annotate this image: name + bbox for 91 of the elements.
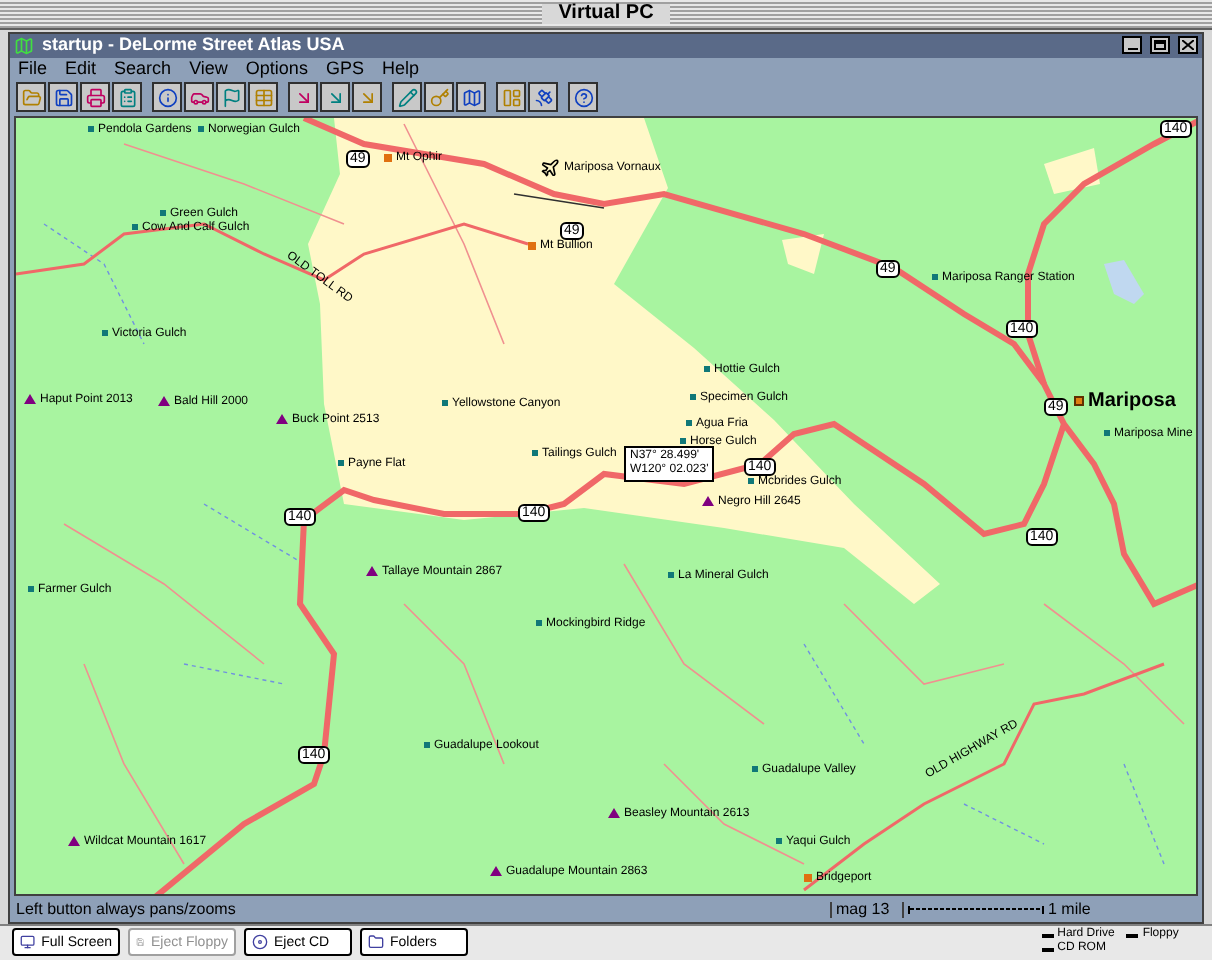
locale-marker-icon [1104, 430, 1110, 437]
car-button[interactable] [184, 82, 214, 113]
peak-triangle-icon [608, 808, 620, 819]
locale-marker-icon [536, 620, 542, 627]
open-button[interactable] [16, 82, 46, 113]
locale-marker-icon [132, 224, 138, 231]
locale-marker-icon [28, 586, 34, 593]
menu-item[interactable]: GPS [325, 59, 364, 78]
scale-bar-icon [908, 905, 1044, 914]
locale-marker-icon [160, 210, 166, 217]
peak-triangle-icon [702, 496, 714, 507]
place-label: Mariposa [1088, 391, 1176, 412]
drive-indicator-icon [1126, 933, 1139, 938]
peak-triangle-icon [68, 836, 80, 847]
button-glyph-icon [20, 934, 36, 951]
close-icon[interactable] [1178, 36, 1198, 55]
town-marker-icon [804, 873, 812, 882]
menu-item[interactable]: Help [381, 59, 419, 78]
help-icon [573, 87, 593, 108]
info-button[interactable] [152, 82, 182, 113]
table-button[interactable] [248, 82, 278, 113]
airplane-icon [540, 157, 560, 178]
locale-marker-icon [686, 420, 692, 427]
arrow-icon [325, 87, 345, 108]
town-marker-icon [384, 153, 392, 162]
save-icon [53, 87, 73, 108]
app-logo-icon [14, 35, 34, 56]
locale-marker-icon [690, 394, 696, 401]
arrow-icon [357, 87, 377, 108]
locale-marker-icon [424, 742, 430, 749]
panel-icon [501, 87, 521, 108]
magnification-text: mag 13 [830, 901, 902, 918]
minimize-icon[interactable] [1122, 36, 1142, 55]
peak-triangle-icon [276, 414, 288, 425]
arrow-button[interactable] [288, 82, 318, 113]
table-icon [253, 87, 273, 108]
panel-button[interactable] [496, 82, 526, 113]
scale-text: 1 mile [1048, 901, 1091, 918]
print-button[interactable] [80, 82, 110, 113]
button-glyph-icon [368, 934, 384, 951]
peak-triangle-icon [24, 394, 36, 405]
status-hint: Left button always pans/zooms [14, 901, 238, 918]
menu-item[interactable]: File [18, 59, 48, 78]
locale-marker-icon [668, 572, 674, 579]
key-button[interactable] [424, 82, 454, 113]
peak-triangle-icon [158, 396, 170, 407]
arrow-button[interactable] [352, 82, 382, 113]
key-icon [429, 87, 449, 108]
menu-item[interactable]: View [189, 59, 228, 78]
locale-marker-icon [776, 838, 782, 845]
button-glyph-icon [136, 934, 145, 951]
clipboard-icon [117, 87, 137, 108]
menu-item[interactable]: Edit [65, 59, 97, 78]
info-icon [157, 87, 177, 108]
flag-button[interactable] [216, 82, 246, 113]
arrow-icon [293, 87, 313, 108]
arrow-button[interactable] [320, 82, 350, 113]
open-icon [21, 87, 41, 108]
menu-item[interactable]: Options [245, 59, 308, 78]
map-icon [461, 87, 481, 108]
flag-icon [221, 87, 241, 108]
help-button[interactable] [568, 82, 598, 113]
locale-marker-icon [752, 766, 758, 773]
pencil-icon [397, 87, 417, 108]
maximize-icon[interactable] [1150, 36, 1170, 55]
clipboard-button[interactable] [112, 82, 142, 113]
locale-marker-icon [338, 460, 344, 467]
locale-marker-icon [198, 126, 204, 133]
button-glyph-icon [252, 934, 268, 951]
city-marker-icon [1074, 396, 1084, 407]
locale-marker-icon [442, 400, 448, 407]
town-marker-icon [528, 241, 536, 250]
save-button[interactable] [48, 82, 78, 113]
menu-item[interactable]: Search [114, 59, 172, 78]
print-icon [85, 87, 105, 108]
peak-triangle-icon [490, 866, 502, 877]
satellite-button[interactable] [528, 82, 558, 113]
locale-marker-icon [102, 330, 108, 337]
peak-triangle-icon [366, 566, 378, 577]
locale-marker-icon [680, 438, 686, 445]
window-title: Virtual PC [542, 3, 670, 24]
locale-marker-icon [704, 366, 710, 373]
locale-marker-icon [932, 274, 938, 281]
pencil-button[interactable] [392, 82, 422, 113]
satellite-icon [533, 87, 553, 108]
car-icon [189, 87, 209, 108]
locale-marker-icon [532, 450, 538, 457]
locale-marker-icon [748, 478, 754, 485]
app-title: startup - DeLorme Street Atlas USA [42, 36, 347, 55]
locale-marker-icon [88, 126, 94, 133]
map-button[interactable] [456, 82, 486, 113]
